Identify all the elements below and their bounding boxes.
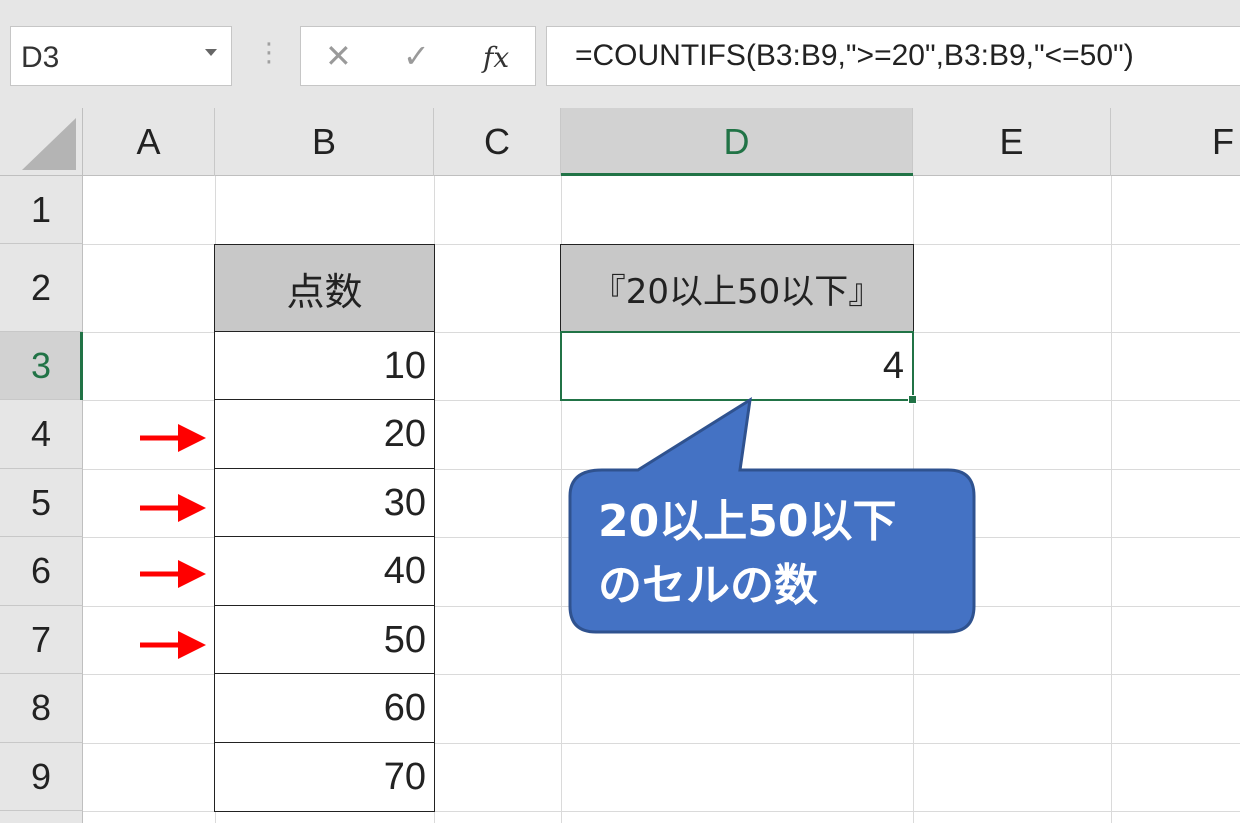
column-header-c[interactable]: C <box>434 108 561 176</box>
row-header-5[interactable]: 5 <box>0 469 83 537</box>
column-header-e[interactable]: E <box>913 108 1111 176</box>
row-header-7[interactable]: 7 <box>0 606 83 674</box>
formula-buttons: ✕ ✓ fx <box>300 26 536 86</box>
cell-b7[interactable]: 50 <box>214 605 435 675</box>
name-box-value: D3 <box>21 41 60 74</box>
selected-row-indicator <box>80 332 83 400</box>
cell-b6[interactable]: 40 <box>214 536 435 607</box>
column-header-b[interactable]: B <box>215 108 434 176</box>
enter-icon[interactable]: ✓ <box>403 37 430 75</box>
callout-line-1: 20以上50以下 <box>598 496 897 547</box>
column-header-row: A B C D E F <box>0 108 1240 176</box>
drag-handle-icon[interactable]: ⋮ <box>256 40 282 66</box>
right-arrow-icon <box>140 424 206 452</box>
selected-column-indicator <box>561 173 913 176</box>
select-all-triangle-icon <box>22 118 76 170</box>
right-arrow-icon <box>140 494 206 522</box>
row-header-4[interactable]: 4 <box>0 400 83 469</box>
row-header-10[interactable] <box>0 811 83 823</box>
cancel-icon[interactable]: ✕ <box>325 37 352 75</box>
insert-function-icon[interactable]: fx <box>483 41 509 74</box>
row-header-2[interactable]: 2 <box>0 244 83 332</box>
column-header-d[interactable]: D <box>561 108 913 176</box>
row-header-1[interactable]: 1 <box>0 176 83 244</box>
chevron-down-icon[interactable] <box>205 49 217 56</box>
cell-d3[interactable]: 4 <box>560 331 914 401</box>
row-header-3[interactable]: 3 <box>0 332 83 400</box>
cell-d2[interactable]: 『20以上50以下』 <box>560 244 914 333</box>
row-header-9[interactable]: 9 <box>0 743 83 811</box>
cell-b2[interactable]: 点数 <box>214 244 435 333</box>
column-header-f[interactable]: F <box>1111 108 1240 176</box>
formula-input[interactable]: =COUNTIFS(B3:B9,">=20",B3:B9,"<=50") <box>546 26 1240 86</box>
cell-b8[interactable]: 60 <box>214 673 435 744</box>
formula-bar: D3 ⋮ ✕ ✓ fx =COUNTIFS(B3:B9,">=20",B3:B9… <box>0 0 1240 108</box>
cell-b4[interactable]: 20 <box>214 399 435 470</box>
row-header-6[interactable]: 6 <box>0 537 83 606</box>
callout-text: 20以上50以下 のセルの数 <box>598 490 896 618</box>
formula-text: =COUNTIFS(B3:B9,">=20",B3:B9,"<=50") <box>575 39 1134 72</box>
right-arrow-icon <box>140 631 206 659</box>
gridline <box>1111 176 1112 823</box>
callout-line-2: のセルの数 <box>598 560 818 611</box>
column-header-a[interactable]: A <box>83 108 215 176</box>
cell-b9[interactable]: 70 <box>214 742 435 812</box>
cell-b3[interactable]: 10 <box>214 331 435 401</box>
row-header-8[interactable]: 8 <box>0 674 83 743</box>
right-arrow-icon <box>140 560 206 588</box>
name-box[interactable]: D3 <box>10 26 232 86</box>
select-all-button[interactable] <box>0 108 83 176</box>
cell-b5[interactable]: 30 <box>214 468 435 538</box>
